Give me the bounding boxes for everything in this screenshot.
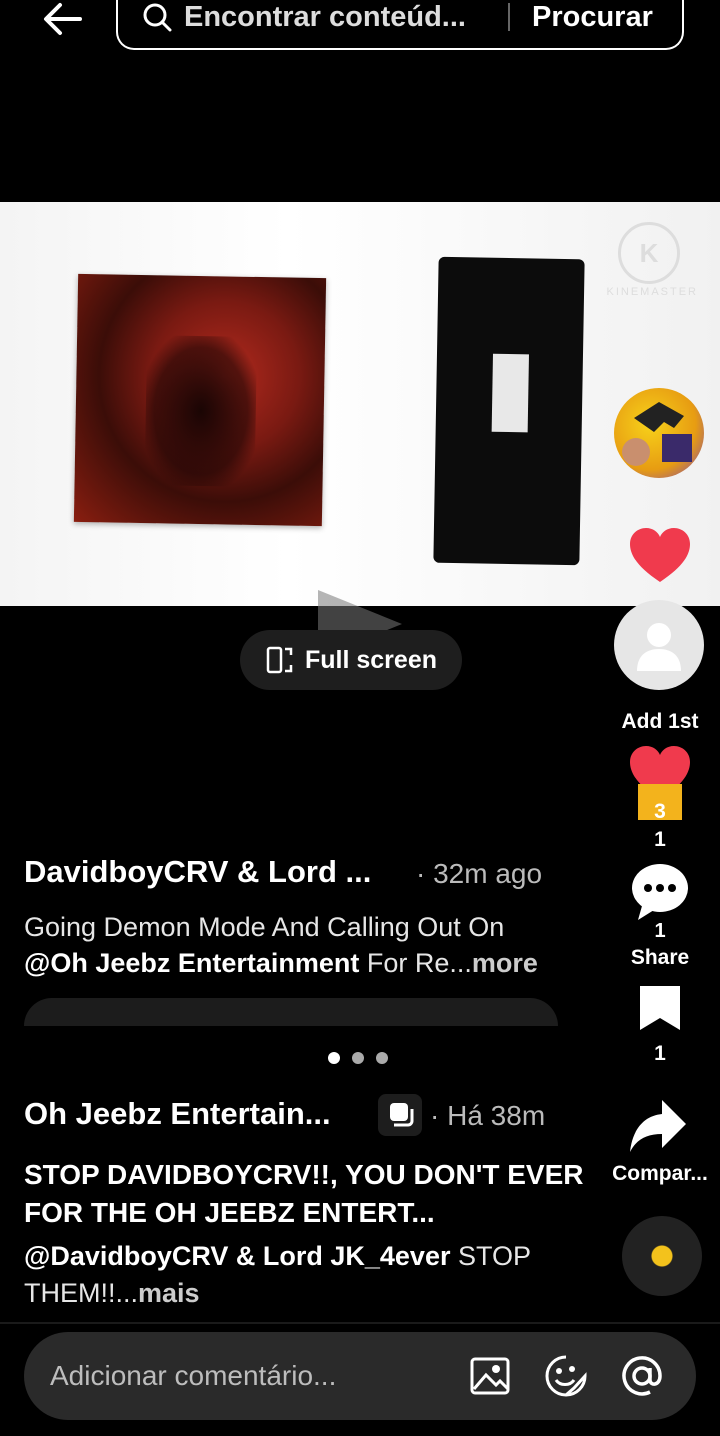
phone-screenshot-image [433, 256, 585, 566]
stack-icon [378, 1094, 422, 1136]
fullscreen-label: Full screen [305, 645, 437, 674]
watermark-text: KINEMASTER [606, 286, 698, 298]
post1-caption-line1: Going Demon Mode And Calling Out On [24, 912, 505, 942]
like-count-top: 3 [654, 800, 666, 823]
comment-count: 1 [654, 920, 666, 942]
like-count: 1 [654, 828, 666, 851]
creator-avatar[interactable] [614, 388, 704, 478]
search-input[interactable]: Encontrar conteúd... [184, 1, 494, 34]
search-icon [143, 3, 172, 32]
divider [0, 1322, 720, 1324]
avatar-image [622, 402, 692, 466]
post1-sound-bar[interactable] [24, 998, 558, 1026]
search-bar[interactable]: Encontrar conteúd... Procurar [116, 0, 684, 50]
carousel-dot [328, 1052, 340, 1064]
comment-input[interactable]: Adicionar comentário... [50, 1360, 468, 1392]
share-label[interactable]: Share [600, 946, 720, 970]
post2-title: STOP DAVIDBOYCRV!!, YOU DON'T EVER FOR T… [24, 1159, 584, 1228]
post2-description: @DavidboyCRV & Lord JK_4ever STOP THEM!!… [24, 1238, 584, 1312]
add-avatar-button[interactable] [614, 600, 704, 690]
post1-more-link[interactable]: more [472, 948, 538, 978]
person-icon [637, 623, 681, 671]
music-disc-icon[interactable] [622, 1216, 702, 1296]
comment-input-bar[interactable]: Adicionar comentário... [24, 1332, 696, 1420]
album-art-image [73, 273, 327, 527]
emoji-icon[interactable] [544, 1354, 588, 1398]
fullscreen-button[interactable]: Full screen [240, 630, 462, 690]
carousel-dot [376, 1052, 388, 1064]
back-button[interactable] [38, 0, 86, 38]
kinemaster-logo: K [618, 222, 680, 284]
post2-mention[interactable]: @DavidboyCRV & Lord JK_4ever [24, 1241, 450, 1271]
add-first-label[interactable]: Add 1st [600, 710, 720, 734]
search-divider [508, 3, 510, 31]
post2-more-link[interactable]: mais [138, 1278, 200, 1308]
video-player[interactable]: K KINEMASTER [0, 202, 720, 606]
like-heart-icon[interactable] [628, 526, 692, 584]
post2-author[interactable]: Oh Jeebz Entertain... [24, 1096, 331, 1132]
bookmark-icon[interactable] [638, 984, 682, 1032]
image-icon[interactable] [468, 1354, 512, 1398]
search-button[interactable]: Procurar [532, 1, 653, 34]
post2-time: · Há 38m [430, 1100, 546, 1131]
post1-caption-rest: For Re... [359, 948, 472, 978]
post1-mention[interactable]: @Oh Jeebz Entertainment [24, 948, 359, 978]
arrow-left-icon [44, 3, 82, 35]
post1-time: · 32m ago [416, 858, 543, 889]
carousel-dot [352, 1052, 364, 1064]
mention-icon[interactable] [620, 1354, 664, 1398]
post1-caption-line2: @Oh Jeebz Entertainment For Re...more [24, 948, 538, 979]
post1-author[interactable]: DavidboyCRV & Lord ... [24, 854, 371, 890]
fullscreen-icon [266, 646, 293, 674]
share-label-pt[interactable]: Compar... [594, 1162, 720, 1186]
comment-icon[interactable] [628, 860, 692, 924]
bookmark-count: 1 [654, 1042, 666, 1065]
carousel-dots [328, 1052, 388, 1064]
share-arrow-icon[interactable] [628, 1098, 688, 1154]
